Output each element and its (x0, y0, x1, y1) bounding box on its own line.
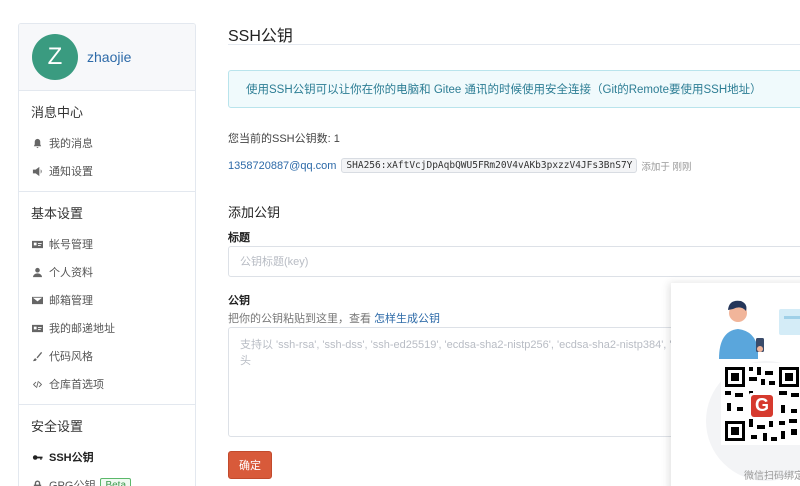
qr-caption: 微信扫码绑定 (744, 471, 800, 482)
sidebar-item-label: GPG公钥 (49, 480, 96, 486)
info-alert-text: 使用SSH公钥可以让你在你的电脑和 Gitee 通讯的时候使用安全连接（Git的… (246, 84, 762, 96)
sidebar-section-security: 安全设置 SSH公钥 GPG公钥 Beta (19, 405, 195, 486)
person-illustration (719, 300, 800, 359)
id-card-icon (32, 239, 43, 250)
sidebar-item-repo-preferences[interactable]: 仓库首选项 (19, 370, 195, 398)
key-title-link[interactable]: 1358720887@qq.com (228, 160, 336, 172)
user-icon (32, 267, 43, 278)
sidebar-section-title: 安全设置 (31, 419, 84, 434)
envelope-icon (32, 295, 43, 306)
sidebar-item-address[interactable]: 我的邮递地址 (19, 314, 195, 342)
profile-header: Z zhaojie (19, 24, 195, 91)
sidebar-item-ssh-keys[interactable]: SSH公钥 (19, 443, 195, 471)
sidebar-item-label: 邮箱管理 (49, 295, 93, 307)
key-title-input[interactable] (228, 246, 800, 277)
sidebar-item-label: 我的邮递地址 (49, 323, 115, 335)
username-link[interactable]: zhaojie (87, 49, 131, 65)
sidebar-item-profile[interactable]: 个人资料 (19, 258, 195, 286)
sidebar-item-label: 个人资料 (49, 267, 93, 279)
key-icon (32, 452, 43, 463)
settings-sidebar: Z zhaojie 消息中心 我的消息 通知设置 基本设置 帐号管理 个人资料 … (18, 23, 196, 486)
sidebar-item-account[interactable]: 帐号管理 (19, 230, 195, 258)
submit-button[interactable]: 确定 (228, 451, 272, 479)
code-icon (32, 379, 43, 390)
address-card-icon (32, 323, 43, 334)
sidebar-item-label: 代码风格 (49, 351, 93, 363)
key-hint-text: 把你的公钥粘贴到这里，查看 (228, 313, 371, 325)
sidebar-item-gpg-keys[interactable]: GPG公钥 Beta (19, 471, 195, 486)
sidebar-section-title: 消息中心 (31, 105, 84, 120)
title-label: 标题 (228, 232, 250, 244)
sidebar-item-label: 仓库首选项 (49, 379, 104, 391)
sidebar-item-label: 我的消息 (49, 138, 93, 150)
sidebar-section-messages: 消息中心 我的消息 通知设置 (19, 91, 195, 192)
sidebar-item-label: 通知设置 (49, 166, 93, 178)
add-key-heading: 添加公钥 (228, 205, 281, 220)
how-to-generate-link[interactable]: 怎样生成公钥 (374, 313, 440, 325)
key-hint: 把你的公钥粘贴到这里，查看 怎样生成公钥 (228, 310, 440, 326)
avatar[interactable]: Z (32, 34, 78, 80)
wechat-qr-code[interactable]: G (721, 363, 800, 445)
ssh-key-row: 1358720887@qq.com SHA256:xAftVcjDpAqbQWU… (228, 158, 692, 173)
speaker-icon (32, 166, 43, 177)
beta-badge: Beta (100, 477, 132, 486)
brush-icon (32, 351, 43, 362)
divider (228, 44, 800, 45)
sidebar-item-code-style[interactable]: 代码风格 (19, 342, 195, 370)
sidebar-section-title: 基本设置 (31, 206, 84, 221)
info-alert: 使用SSH公钥可以让你在你的电脑和 Gitee 通讯的时候使用安全连接（Git的… (228, 70, 800, 108)
sidebar-item-label: 帐号管理 (49, 239, 93, 251)
sidebar-item-notification-settings[interactable]: 通知设置 (19, 157, 195, 185)
key-fingerprint: SHA256:xAftVcjDpAqbQWU5FRm20V4vAKb3pxzzV… (341, 158, 638, 173)
sidebar-item-email[interactable]: 邮箱管理 (19, 286, 195, 314)
sidebar-section-basic: 基本设置 帐号管理 个人资料 邮箱管理 我的邮递地址 代码风格 仓库首选项 (19, 192, 195, 405)
page-title: SSH公钥 (228, 28, 293, 45)
key-added-time: 添加于 刚刚 (641, 161, 692, 173)
bell-icon (32, 138, 43, 149)
sidebar-item-label: SSH公钥 (49, 452, 94, 464)
gitee-logo-letter: G (754, 395, 769, 415)
key-count: 您当前的SSH公钥数: 1 (228, 133, 340, 145)
lock-icon (32, 480, 43, 486)
wechat-bind-popup: G 微信扫码绑定 (671, 283, 800, 486)
key-label: 公钥 (228, 295, 250, 307)
sidebar-item-my-messages[interactable]: 我的消息 (19, 129, 195, 157)
